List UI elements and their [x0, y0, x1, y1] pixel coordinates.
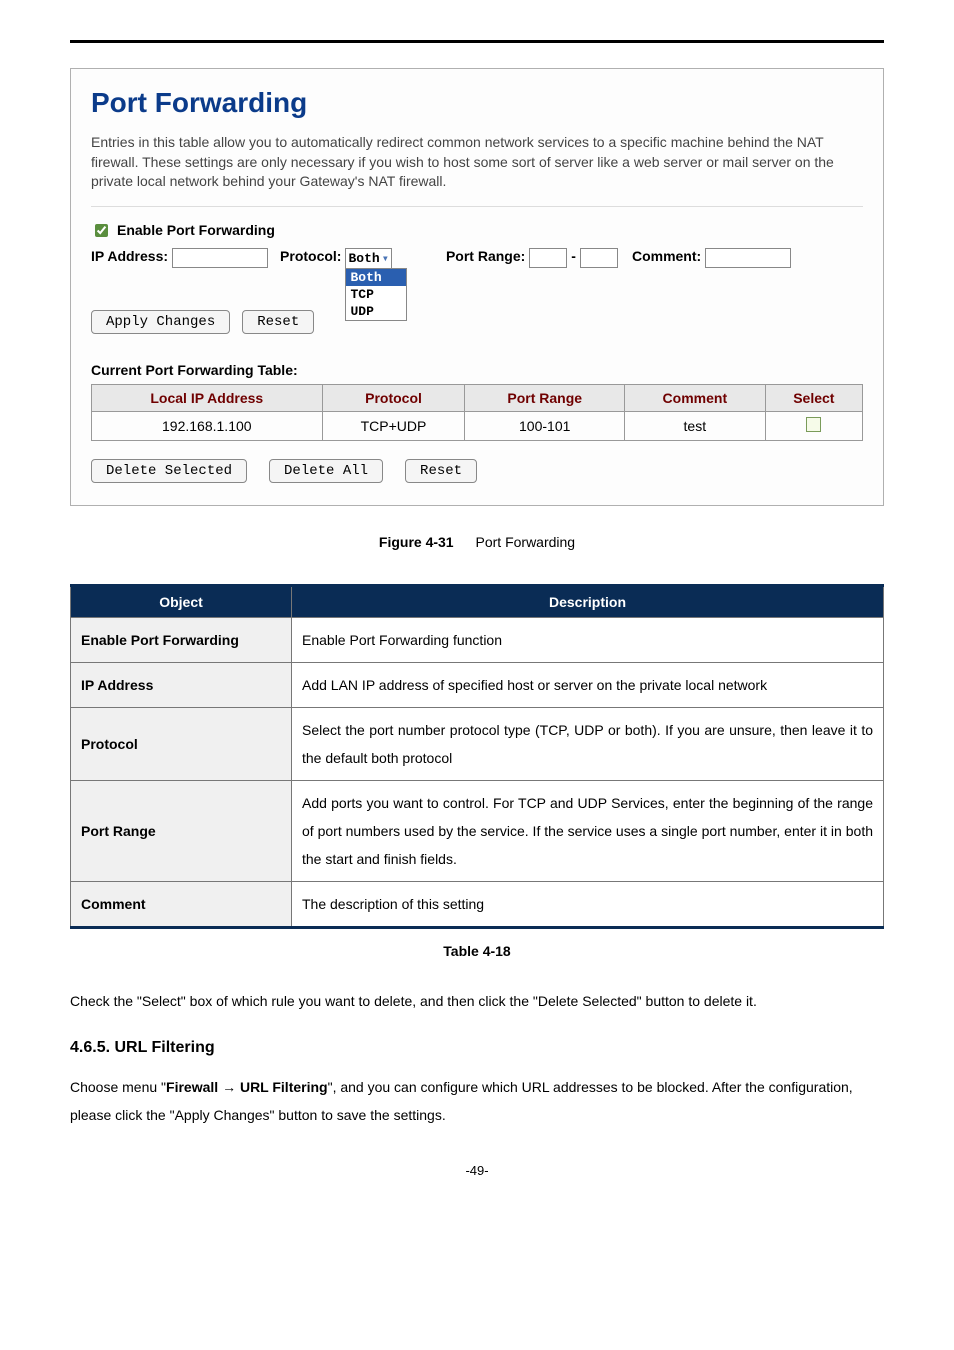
port-range-start-input[interactable] — [529, 248, 567, 268]
row-select-checkbox[interactable] — [806, 417, 821, 432]
chevron-down-icon: ▾ — [382, 251, 389, 266]
obj-comment: Comment — [71, 881, 292, 927]
ip-address-input[interactable] — [172, 248, 268, 268]
col-protocol: Protocol — [322, 384, 465, 411]
cell-protocol: TCP+UDP — [322, 411, 465, 440]
enable-port-forwarding-label: Enable Port Forwarding — [117, 222, 275, 238]
col-select: Select — [765, 384, 862, 411]
port-forwarding-table: Local IP Address Protocol Port Range Com… — [91, 384, 863, 441]
protocol-option-tcp[interactable]: TCP — [346, 286, 406, 303]
section-heading-url-filtering: 4.6.5. URL Filtering — [70, 1039, 884, 1057]
page-top-rule — [70, 40, 884, 43]
protocol-option-both[interactable]: Both — [346, 269, 406, 286]
col-object: Object — [71, 585, 292, 617]
separator — [91, 206, 863, 207]
delete-all-button[interactable]: Delete All — [269, 459, 383, 483]
page-title: Port Forwarding — [91, 87, 863, 119]
delete-selected-button[interactable]: Delete Selected — [91, 459, 247, 483]
desc-port-range: Add ports you want to control. For TCP a… — [292, 780, 884, 881]
figure-text: Port Forwarding — [476, 534, 576, 550]
comment-label: Comment: — [632, 248, 701, 264]
p2a: Choose menu " — [70, 1079, 166, 1095]
table-label: Table 4-18 — [70, 943, 884, 959]
ip-address-label: IP Address: — [91, 248, 168, 264]
cell-port-range: 100-101 — [465, 411, 625, 440]
col-port-range: Port Range — [465, 384, 625, 411]
protocol-selected-value: Both — [348, 251, 379, 266]
desc-ip: Add LAN IP address of specified host or … — [292, 662, 884, 707]
apply-changes-button[interactable]: Apply Changes — [91, 310, 230, 334]
col-local-ip: Local IP Address — [92, 384, 323, 411]
figure-caption: Figure 4-31 Port Forwarding — [70, 534, 884, 550]
page-number: -49- — [70, 1163, 884, 1178]
figure-label: Figure 4-31 — [379, 534, 454, 550]
p2c: URL Filtering — [236, 1079, 328, 1095]
port-range-label: Port Range: — [446, 248, 525, 264]
desc-comment: The description of this setting — [292, 881, 884, 927]
table-row: 192.168.1.100 TCP+UDP 100-101 test — [92, 411, 863, 440]
reset-button[interactable]: Reset — [242, 310, 314, 334]
obj-protocol: Protocol — [71, 707, 292, 780]
port-range-end-input[interactable] — [580, 248, 618, 268]
reset-button-2[interactable]: Reset — [405, 459, 477, 483]
router-screenshot: Port Forwarding Entries in this table al… — [70, 68, 884, 506]
obj-enable: Enable Port Forwarding — [71, 617, 292, 662]
cell-ip: 192.168.1.100 — [92, 411, 323, 440]
para-url-filtering: Choose menu "Firewall → URL Filtering", … — [70, 1073, 884, 1129]
para-delete-instruction: Check the "Select" box of which rule you… — [70, 987, 884, 1015]
comment-input[interactable] — [705, 248, 791, 268]
cell-select — [765, 411, 862, 440]
desc-enable: Enable Port Forwarding function — [292, 617, 884, 662]
col-description: Description — [292, 585, 884, 617]
desc-protocol: Select the port number protocol type (TC… — [292, 707, 884, 780]
col-comment: Comment — [624, 384, 765, 411]
description-table: Object Description Enable Port Forwardin… — [70, 584, 884, 929]
protocol-option-udp[interactable]: UDP — [346, 303, 406, 320]
obj-port-range: Port Range — [71, 780, 292, 881]
p2b: Firewall — [166, 1079, 222, 1095]
protocol-dropdown[interactable]: Both TCP UDP — [345, 268, 407, 321]
enable-port-forwarding-checkbox[interactable] — [95, 224, 108, 237]
protocol-label: Protocol: — [280, 248, 341, 264]
protocol-select[interactable]: Both ▾ — [345, 248, 391, 270]
obj-ip: IP Address — [71, 662, 292, 707]
cell-comment: test — [624, 411, 765, 440]
port-range-dash: - — [571, 248, 576, 264]
arrow-icon: → — [222, 1079, 236, 1095]
current-table-heading: Current Port Forwarding Table: — [91, 362, 863, 378]
intro-text: Entries in this table allow you to autom… — [91, 133, 863, 192]
